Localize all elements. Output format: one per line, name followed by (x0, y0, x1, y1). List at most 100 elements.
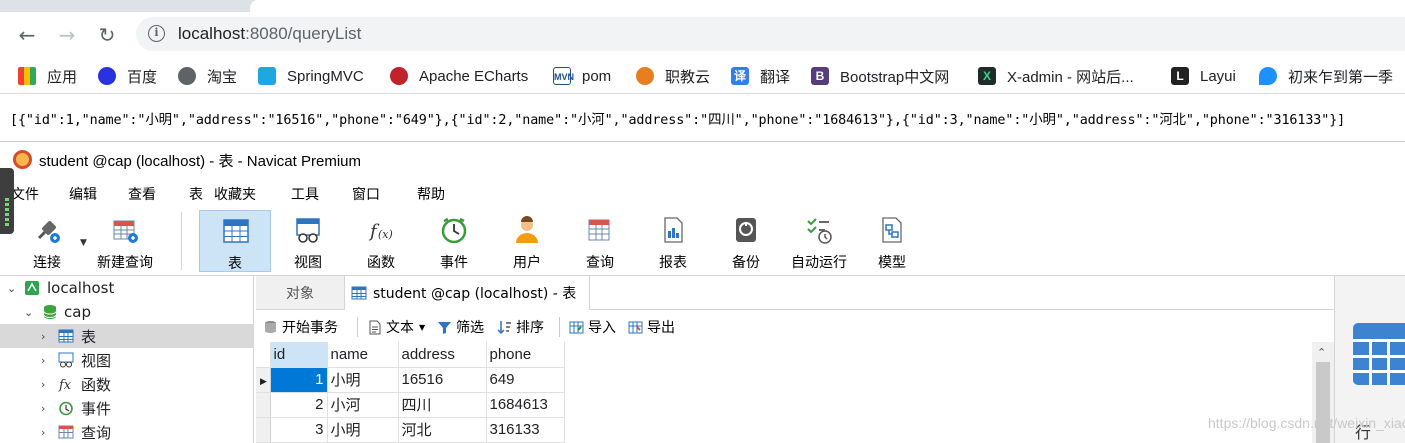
cell-phone[interactable]: 316133 (486, 417, 565, 443)
filter-button[interactable]: 筛选 (437, 317, 484, 337)
tree-label: 事件 (81, 399, 112, 418)
tree-item-views[interactable]: › 视图 (0, 348, 254, 372)
bookmark-apps[interactable]: 应用 (18, 64, 77, 88)
menu-window[interactable]: 窗口 (352, 184, 380, 204)
query-button[interactable]: 查询 (564, 210, 636, 272)
bookmark-chulai[interactable]: 初来乍到第一季 (1259, 64, 1393, 88)
chevron-right-icon[interactable]: › (41, 354, 45, 367)
url-host: localhost (178, 24, 246, 43)
tab-student-table[interactable]: student @cap (localhost) - 表 (344, 276, 590, 310)
column-header-id[interactable]: id (270, 342, 328, 368)
cell-name[interactable]: 小明 (327, 417, 399, 443)
bookmark-label: Bootstrap中文网 (840, 68, 950, 86)
transaction-icon (265, 320, 276, 333)
forward-arrow-icon[interactable]: → (55, 23, 79, 47)
backup-button[interactable]: 备份 (710, 210, 782, 272)
table-row[interactable]: 2 小河 四川 1684613 (256, 392, 565, 418)
tree-item-queries[interactable]: › 查询 (0, 420, 254, 443)
bookmark-taobao[interactable]: 淘宝 (178, 64, 237, 88)
tab-objects[interactable]: 对象 (256, 276, 344, 310)
bookmark-springmvc[interactable]: SpringMVC (258, 64, 364, 88)
menu-favorites[interactable]: 收藏夹 (214, 184, 256, 204)
chevron-right-icon[interactable]: › (41, 330, 45, 343)
cell-id[interactable]: 1 (270, 367, 328, 393)
function-fx-icon: f (x) (368, 221, 393, 242)
function-button[interactable]: f (x) 函数 (345, 210, 417, 272)
column-header-address[interactable]: address (398, 342, 487, 368)
connect-dropdown-icon[interactable]: ▼ (80, 238, 87, 248)
menu-table[interactable]: 表 (189, 184, 203, 204)
cell-id[interactable]: 2 (270, 392, 328, 418)
user-button[interactable]: 用户 (491, 210, 563, 272)
bookmark-layui[interactable]: L Layui (1171, 64, 1236, 88)
chevron-right-icon[interactable]: › (41, 378, 45, 391)
row-header[interactable] (256, 417, 271, 443)
row-header-corner (256, 342, 271, 368)
cell-address[interactable]: 16516 (398, 367, 487, 393)
menu-tools[interactable]: 工具 (291, 184, 319, 204)
new-query-button[interactable]: 新建查询 (89, 210, 161, 272)
import-button[interactable]: 导入 (569, 317, 616, 337)
bookmark-bootstrap[interactable]: B Bootstrap中文网 (811, 64, 949, 88)
chevron-down-icon[interactable]: ⌄ (7, 282, 16, 295)
cell-phone[interactable]: 1684613 (486, 392, 565, 418)
cell-phone[interactable]: 649 (486, 367, 565, 393)
table-row[interactable]: 3 小明 河北 316133 (256, 417, 565, 443)
clock-icon (441, 217, 467, 244)
bookmark-zhijiaoyun[interactable]: 职教云 (636, 64, 710, 88)
model-button[interactable]: 模型 (856, 210, 928, 272)
menu-view[interactable]: 查看 (128, 184, 156, 204)
column-header-phone[interactable]: phone (486, 342, 565, 368)
cell-address[interactable]: 四川 (398, 392, 487, 418)
view-button[interactable]: 视图 (272, 210, 344, 272)
menu-file[interactable]: 文件 (11, 184, 39, 204)
tree-item-tables[interactable]: › 表 (0, 324, 254, 348)
cell-name[interactable]: 小明 (327, 367, 399, 393)
reload-icon[interactable]: ↻ (95, 23, 119, 47)
tab-label: student @cap (localhost) - 表 (373, 286, 577, 302)
bookmark-echarts[interactable]: Apache ECharts (390, 64, 528, 88)
cell-address[interactable]: 河北 (398, 417, 487, 443)
menu-edit[interactable]: 编辑 (69, 184, 97, 204)
tree-item-functions[interactable]: › fx 函数 (0, 372, 254, 396)
bookmark-label: pom (582, 67, 612, 85)
tree-database-cap[interactable]: ⌄ cap (0, 300, 254, 324)
connect-button[interactable]: 连接 (11, 210, 83, 272)
chevron-right-icon[interactable]: › (41, 426, 45, 439)
bookmark-baidu[interactable]: 百度 (98, 64, 157, 88)
autorun-icon (807, 218, 832, 244)
toolbar-divider (357, 317, 358, 337)
chevron-down-icon[interactable]: ⌄ (24, 306, 33, 319)
row-header[interactable] (256, 392, 271, 418)
cell-name[interactable]: 小河 (327, 392, 399, 418)
current-row-marker[interactable]: ▶ (256, 367, 271, 393)
back-arrow-icon[interactable]: ← (15, 23, 39, 47)
export-icon (628, 321, 643, 333)
bookmark-xadmin[interactable]: X X-admin - 网站后... (978, 64, 1134, 88)
menu-help[interactable]: 帮助 (417, 184, 445, 204)
cell-id[interactable]: 3 (270, 417, 328, 443)
table-row[interactable]: ▶ 1 小明 16516 649 (256, 367, 565, 393)
scroll-up-icon[interactable]: ⌃ (1317, 346, 1326, 359)
bookmark-label: 百度 (127, 68, 158, 86)
button-label: 导出 (647, 320, 675, 336)
column-header-name[interactable]: name (327, 342, 399, 368)
site-info-icon[interactable]: i (148, 25, 165, 42)
query-icon (588, 219, 610, 241)
model-icon (882, 217, 902, 243)
tree-connection-localhost[interactable]: ⌄ localhost (0, 276, 254, 300)
bookmark-pom[interactable]: MVN pom (553, 64, 611, 88)
event-button[interactable]: 事件 (418, 210, 490, 272)
sort-button[interactable]: 排序 (497, 317, 544, 337)
toolbar-label: 模型 (878, 255, 906, 271)
chevron-right-icon[interactable]: › (41, 402, 45, 415)
table-button[interactable]: 表 (199, 210, 271, 272)
export-button[interactable]: 导出 (628, 317, 675, 337)
address-bar[interactable]: i localhost:8080/queryList (136, 17, 1405, 51)
begin-transaction-button[interactable]: 开始事务 (263, 317, 338, 337)
report-button[interactable]: 报表 (637, 210, 709, 272)
tree-item-events[interactable]: › 事件 (0, 396, 254, 420)
autorun-button[interactable]: 自动运行 (783, 210, 855, 272)
bookmark-translate[interactable]: 译翻译 (731, 64, 790, 88)
text-button[interactable]: 文本 ▼ (367, 317, 425, 337)
